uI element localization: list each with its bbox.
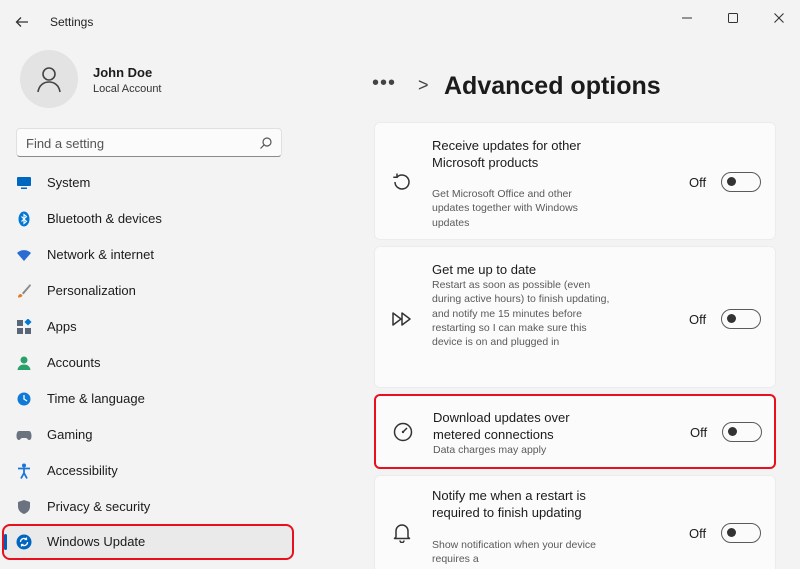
setting-card-metered-connections: Download updates over metered connection… [374, 394, 776, 469]
title-bar: Settings [0, 0, 800, 44]
sidebar-item-accessibility[interactable]: Accessibility [2, 453, 294, 489]
setting-description: Show notification when your device requi… [432, 539, 597, 566]
metered-connections-toggle[interactable] [722, 422, 762, 442]
sidebar-item-windows-update[interactable]: Windows Update [2, 524, 294, 560]
toggle-state-label: Off [690, 425, 708, 440]
sidebar-item-label: System [47, 175, 91, 190]
setting-card-restart-notify: Notify me when a restart is required to … [374, 475, 776, 569]
user-name: John Doe [93, 65, 153, 80]
sidebar-item-apps[interactable]: Apps [2, 309, 294, 345]
sidebar-item-privacy-security[interactable]: Privacy & security [2, 489, 294, 525]
setting-title: Get me up to date [432, 262, 537, 277]
app-title: Settings [50, 15, 94, 29]
toggle-state-label: Off [689, 175, 707, 190]
back-button[interactable] [8, 8, 36, 36]
more-breadcrumb-button[interactable]: ••• [372, 72, 396, 95]
restart-notify-toggle[interactable] [721, 523, 761, 543]
sidebar-item-label: Accessibility [47, 463, 118, 478]
arrow-left-icon [15, 17, 28, 27]
avatar [20, 50, 78, 108]
sidebar-item-label: Personalization [47, 283, 136, 298]
person-icon [37, 67, 61, 93]
sidebar-item-gaming[interactable]: Gaming [2, 417, 294, 453]
maximize-button[interactable] [718, 6, 748, 30]
search-input[interactable]: Find a setting [16, 128, 282, 157]
minimize-icon [682, 17, 692, 19]
close-icon [774, 13, 784, 23]
monitor-icon [16, 175, 32, 191]
minimize-button[interactable] [672, 6, 702, 30]
setting-title: Download updates over metered connection… [433, 410, 570, 442]
user-profile[interactable]: John Doe Local Account [20, 50, 320, 110]
sidebar-item-label: Time & language [47, 391, 145, 406]
active-indicator [4, 534, 7, 550]
search-placeholder: Find a setting [26, 136, 105, 151]
sidebar-item-label: Privacy & security [47, 499, 151, 514]
setting-title: Receive updates for other Microsoft prod… [432, 138, 581, 170]
apps-icon [16, 319, 32, 335]
sidebar-item-label: Network & internet [47, 247, 154, 262]
sidebar-item-label: Bluetooth & devices [47, 211, 162, 226]
sidebar-item-bluetooth[interactable]: Bluetooth & devices [2, 201, 294, 237]
setting-title: Notify me when a restart is required to … [432, 488, 586, 520]
up-to-date-toggle[interactable] [721, 309, 761, 329]
bluetooth-icon [16, 211, 32, 227]
page-title: Advanced options [444, 72, 661, 100]
close-button[interactable] [764, 6, 794, 30]
brush-icon [16, 283, 32, 299]
wifi-icon [16, 247, 32, 263]
accessibility-icon [16, 463, 32, 479]
fast-forward-icon [390, 307, 414, 331]
sidebar-item-personalization[interactable]: Personalization [2, 273, 294, 309]
search-icon [260, 137, 272, 149]
sidebar-item-label: Accounts [47, 355, 101, 370]
sidebar-item-accounts[interactable]: Accounts [2, 345, 294, 381]
setting-card-other-products: Receive updates for other Microsoft prod… [374, 122, 776, 240]
chevron-right-icon: > [418, 75, 429, 95]
sidebar-item-network[interactable]: Network & internet [2, 237, 294, 273]
bell-icon [390, 520, 414, 544]
setting-description: Get Microsoft Office and other updates t… [432, 188, 578, 229]
maximize-icon [728, 13, 738, 23]
gauge-icon [391, 420, 415, 444]
account-icon [16, 355, 32, 371]
sidebar-item-system[interactable]: System [2, 165, 294, 201]
sidebar-item-label: Gaming [47, 427, 93, 442]
shield-icon [16, 499, 32, 515]
account-type: Local Account [93, 83, 162, 95]
other-products-toggle[interactable] [721, 172, 761, 192]
setting-description: Restart as soon as possible (even during… [432, 279, 610, 349]
sync-icon [16, 534, 32, 550]
sidebar-item-label: Windows Update [47, 534, 146, 549]
setting-card-up-to-date: Get me up to date Restart as soon as pos… [374, 246, 776, 388]
toggle-state-label: Off [689, 526, 707, 541]
globe-clock-icon [16, 391, 32, 407]
sidebar-item-time-language[interactable]: Time & language [2, 381, 294, 417]
setting-description: Data charges may apply [433, 444, 547, 456]
toggle-state-label: Off [689, 312, 707, 327]
sidebar-item-label: Apps [47, 319, 77, 334]
controller-icon [16, 427, 32, 443]
history-icon [390, 170, 414, 194]
